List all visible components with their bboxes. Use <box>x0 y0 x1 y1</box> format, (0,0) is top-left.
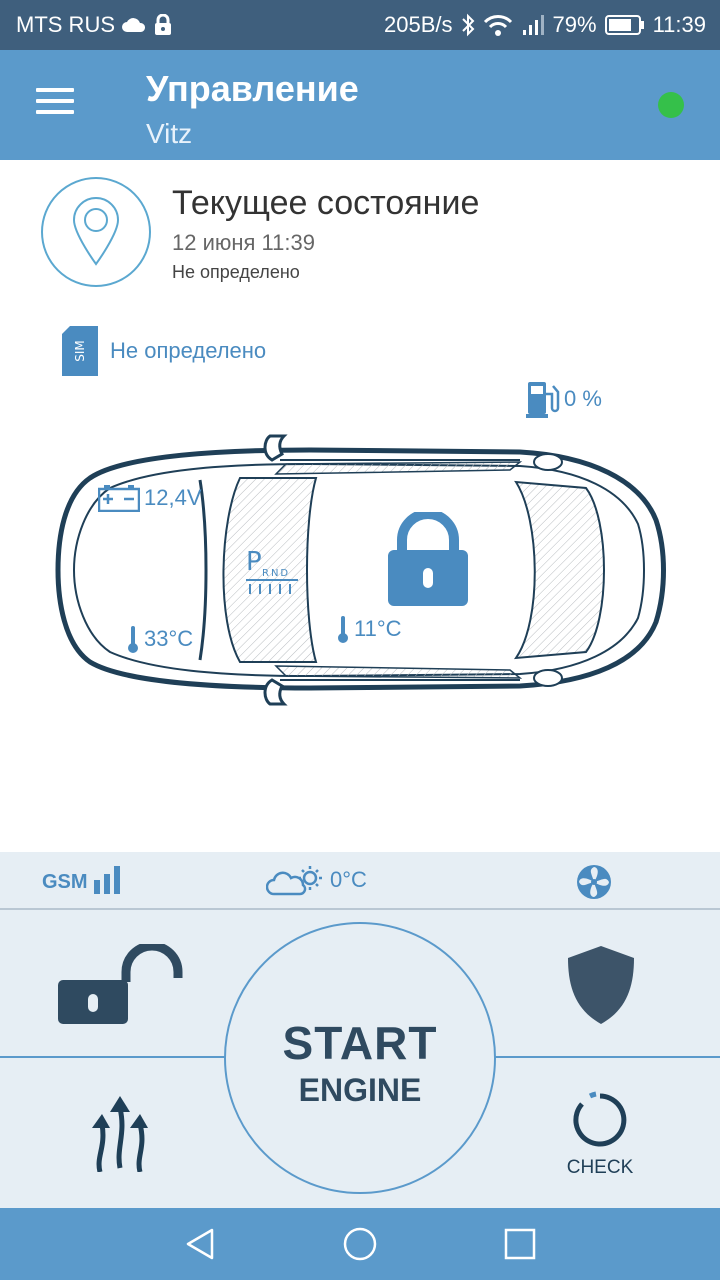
menu-button[interactable] <box>36 88 76 118</box>
cloud-icon <box>122 18 146 32</box>
back-icon[interactable] <box>182 1226 218 1262</box>
unlock-button[interactable] <box>56 944 184 1026</box>
shield-icon[interactable] <box>566 944 636 1026</box>
home-icon[interactable] <box>342 1226 378 1262</box>
cell-signal-icon <box>522 15 544 35</box>
gear-other: RND <box>262 568 290 579</box>
inside-temperature: 11°C <box>336 614 402 644</box>
fuel-icon <box>526 382 560 418</box>
sim-icon: SIM <box>62 326 98 376</box>
wifi-icon <box>483 15 512 36</box>
gear-selected: P <box>246 547 262 577</box>
state-location: Не определено <box>172 262 300 282</box>
lock-icon[interactable] <box>388 512 468 606</box>
lock-status-icon <box>155 14 171 35</box>
thermometer-icon <box>128 626 138 653</box>
fan-icon[interactable] <box>576 864 612 900</box>
fuel-level: 0 % <box>526 380 602 418</box>
battery-icon <box>98 485 140 512</box>
weather-status: 0°C <box>266 864 367 896</box>
network-speed: 205B/s <box>384 12 453 37</box>
vehicle-name: Vitz <box>146 118 193 149</box>
inside-temperature-value: 11°C <box>354 616 402 641</box>
check-icon <box>573 1091 627 1147</box>
weather-icon <box>266 866 322 896</box>
start-label: START <box>282 1017 438 1069</box>
info-bar: GSM 0°C <box>0 852 720 910</box>
location-pin-icon[interactable] <box>40 176 152 288</box>
navigation-bar <box>0 1208 720 1280</box>
connection-status-indicator <box>658 92 684 118</box>
check-label: CHECK <box>566 1157 634 1178</box>
state-title: Текущее состояние <box>172 184 480 222</box>
gsm-label: GSM <box>42 871 88 893</box>
battery-status-icon <box>604 15 644 35</box>
heat-icon[interactable] <box>92 1094 148 1172</box>
carrier-name: MTS RUS <box>16 12 115 37</box>
sim-status-label: Не определено <box>110 338 267 363</box>
battery-percent: 79% <box>552 12 597 37</box>
page-title: Управление <box>146 68 359 109</box>
battery-voltage-value: 12,4V <box>144 485 202 510</box>
sim-status: SIM Не определено <box>62 326 266 376</box>
start-engine-button[interactable]: START ENGINE <box>224 922 496 1194</box>
check-button[interactable]: CHECK <box>560 1090 640 1180</box>
recents-icon[interactable] <box>502 1226 538 1262</box>
signal-icon <box>93 866 120 894</box>
clock: 11:39 <box>652 12 706 37</box>
car-diagram <box>55 434 666 706</box>
gsm-status: GSM <box>42 866 124 894</box>
state-date: 12 июня 11:39 <box>172 230 315 255</box>
fuel-value: 0 % <box>564 386 602 411</box>
engine-label: ENGINE <box>298 1072 422 1108</box>
svg-text:SIM: SIM <box>73 340 87 362</box>
weather-temperature: 0°C <box>330 867 367 892</box>
menu-icon <box>36 88 74 92</box>
battery-voltage: 12,4V <box>98 484 202 512</box>
thermometer-icon <box>338 616 348 643</box>
bluetooth-icon <box>461 13 474 37</box>
status-bar: MTS RUS 205B/s 79% 11:39 <box>0 0 720 50</box>
gear-selector-icon: P RND <box>246 547 298 594</box>
app-bar: Управление Vitz <box>0 50 720 160</box>
outside-temperature-value: 33°C <box>144 626 194 651</box>
outside-temperature: 33°C <box>126 624 193 654</box>
